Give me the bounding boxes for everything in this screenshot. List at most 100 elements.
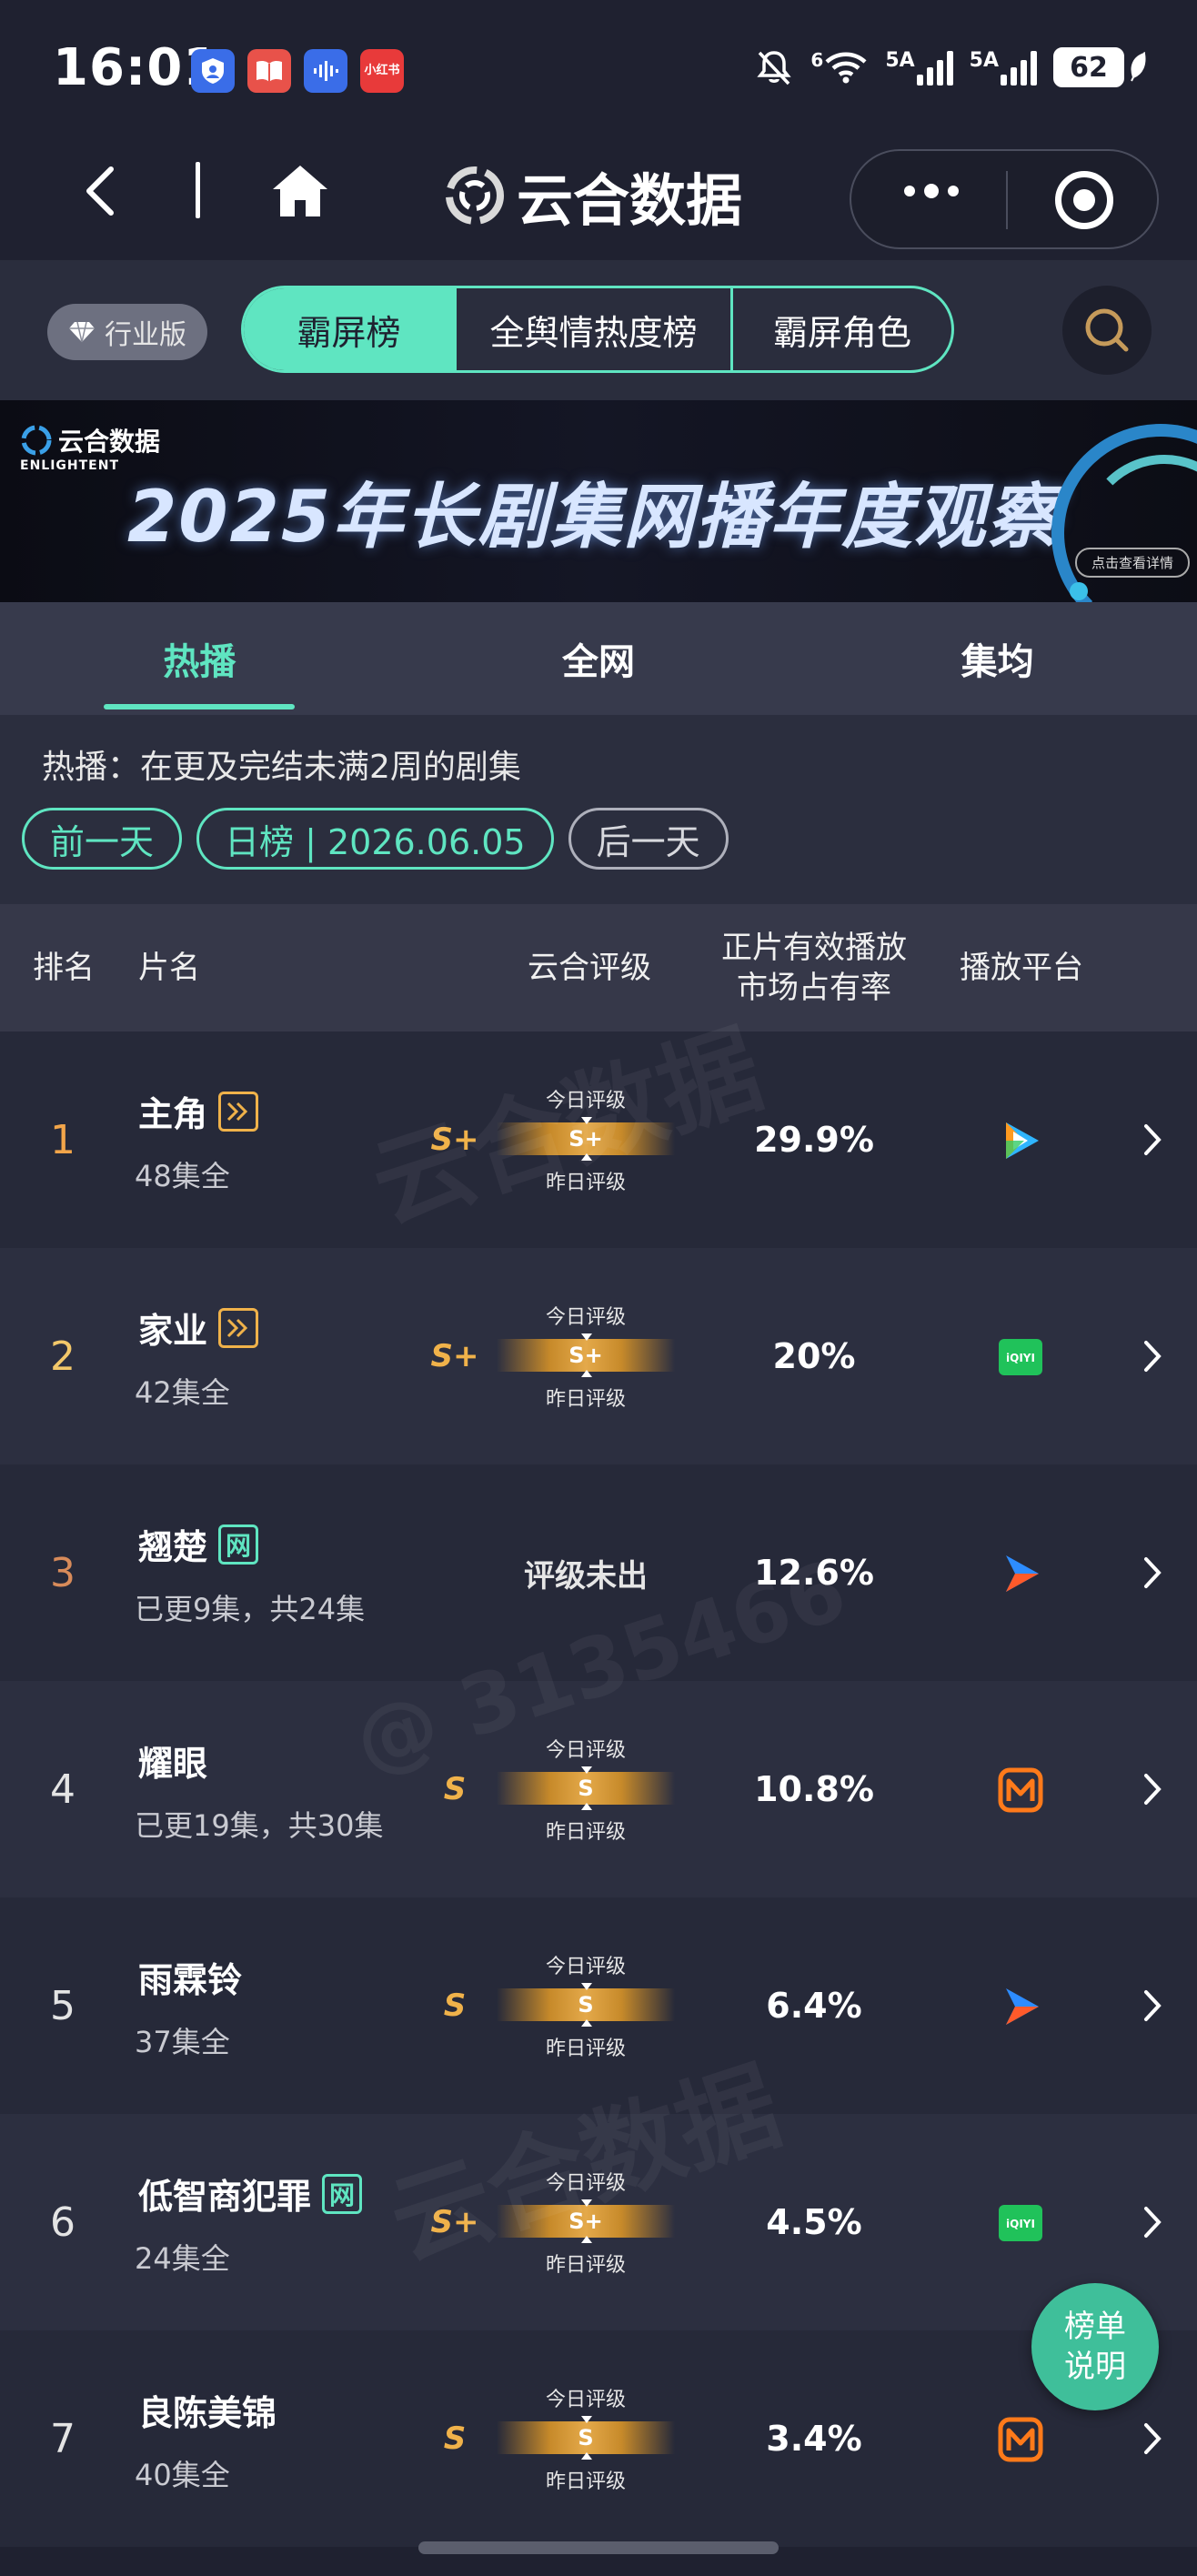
table-row[interactable]: 1 主角 48集全 S+ 今日评级 S+ 昨日评级 29.9%: [0, 1031, 1197, 1248]
grade-value: S+: [430, 1122, 479, 1158]
annual-report-banner[interactable]: 云合数据 ENLIGHTENT 2025年长剧集网播年度观察 点击查看详情: [0, 400, 1197, 602]
episodes-info: 37集全: [135, 2025, 230, 2059]
chevron-right-icon[interactable]: [1137, 1987, 1168, 2025]
chevron-right-icon[interactable]: [1137, 1337, 1168, 1375]
table-row[interactable]: 5 雨霖铃 37集全 S 今日评级 S 昨日评级 6.4%: [0, 1897, 1197, 2114]
yesterday-grade-label: 昨日评级: [545, 2038, 626, 2060]
scope-description: 热播：在更及完结未满2周的剧集: [42, 749, 521, 786]
next-day-button[interactable]: 后一天: [568, 808, 729, 870]
market-share: 29.9%: [754, 1120, 874, 1160]
tab-label: 热播: [163, 641, 236, 683]
table-row[interactable]: 6 低智商犯罪 网 24集全 S+ 今日评级 S+ 昨日评级 4.5% iQIY…: [0, 2114, 1197, 2330]
chevron-right-icon[interactable]: [1137, 1770, 1168, 1808]
tab-label: 全网: [562, 641, 635, 683]
more-icon[interactable]: [904, 184, 959, 198]
youku-icon: [1006, 1988, 1039, 2025]
tab-jijun[interactable]: 集均: [798, 602, 1197, 715]
grade-compare: 今日评级 S 昨日评级: [497, 2383, 675, 2493]
tencent-video-icon: [1006, 1122, 1039, 1159]
row-title-line: 低智商犯罪 网: [138, 2168, 363, 2219]
header-title: 片名: [138, 950, 200, 986]
today-grade-label: 今日评级: [545, 2172, 626, 2195]
industry-version-badge[interactable]: 行业版: [47, 304, 207, 360]
grade-value: S: [443, 1771, 467, 1807]
home-indicator[interactable]: [418, 2541, 779, 2554]
show-title: 家业: [138, 1311, 208, 1351]
mango-tv-icon: [998, 1767, 1043, 1813]
table-row[interactable]: 3 翘楚 网 已更9集，共24集 评级未出 12.6%: [0, 1464, 1197, 1681]
show-title: 雨霖铃: [138, 1960, 243, 2000]
row-title-line: 翘楚 网: [138, 1519, 259, 1569]
youku-icon: [1006, 1555, 1039, 1592]
wifi-icon: [825, 52, 867, 84]
today-grade-label: 今日评级: [545, 2389, 626, 2411]
table-row[interactable]: 2 家业 42集全 S+ 今日评级 S+ 昨日评级 20% iQIYI: [0, 1248, 1197, 1464]
nav-title-text: 云合数据: [517, 167, 743, 234]
home-icon[interactable]: [269, 160, 331, 222]
capsule-divider: [1006, 171, 1008, 229]
grade-bar: S: [497, 1766, 675, 1810]
today-grade-label: 今日评级: [545, 1739, 626, 1762]
diamond-icon: [69, 321, 95, 343]
chevron-right-icon[interactable]: [1137, 2420, 1168, 2458]
table-row[interactable]: 4 耀眼 已更19集，共30集 S 今日评级 S 昨日评级 10.8%: [0, 1681, 1197, 1897]
episodes-info: 已更19集，共30集: [135, 1808, 384, 1843]
date-picker-button[interactable]: 日榜 | 2026.06.05: [196, 808, 554, 870]
industry-badge-label: 行业版: [105, 319, 186, 351]
header-platform: 播放平台: [960, 950, 1083, 986]
today-grade-label: 今日评级: [545, 1956, 626, 1978]
iqiyi-icon: iQIYI: [999, 2205, 1042, 2241]
tab-quanwang[interactable]: 全网: [399, 602, 799, 715]
signal-2: 5A: [970, 49, 1037, 86]
sim2-label: 5A: [969, 49, 999, 72]
episodes-info: 已更9集，共24集: [135, 1592, 366, 1626]
table-row[interactable]: 7 良陈美锦 40集全 S 今日评级 S 昨日评级 3.4%: [0, 2330, 1197, 2547]
wifi-gen-label: 6: [810, 49, 824, 71]
tab-bapingbang[interactable]: 霸屏榜: [244, 288, 457, 370]
ranking-type-bar: 行业版 霸屏榜 全舆情热度榜 霸屏角色: [0, 260, 1197, 400]
mute-bell-icon: [757, 51, 792, 86]
grade-compare: 今日评级 S 昨日评级: [497, 1950, 675, 2060]
grade-pending: 评级未出: [524, 1557, 648, 1595]
yesterday-grade-label: 昨日评级: [545, 2470, 626, 2493]
back-icon[interactable]: [75, 164, 129, 218]
prev-day-button[interactable]: 前一天: [22, 808, 183, 870]
date-controls: 前一天 日榜 | 2026.06.05 后一天: [22, 808, 729, 870]
tab-label: 霸屏榜: [297, 312, 401, 353]
header-share-line1: 正片有效播放: [721, 930, 907, 966]
sim1-label: 5A: [885, 49, 915, 72]
chevron-right-icon[interactable]: [1137, 2203, 1168, 2241]
grade-compare: 今日评级 S+ 昨日评级: [497, 2167, 675, 2277]
show-title: 耀眼: [138, 1744, 208, 1784]
yunhe-logo-icon: [21, 425, 52, 456]
ranking-explanation-button[interactable]: 榜单 说明: [1031, 2283, 1159, 2410]
close-miniprogram-icon[interactable]: [1055, 171, 1113, 229]
grade-bar: S: [497, 1983, 675, 2027]
status-right: 6 5A 5A 62: [754, 47, 1148, 87]
tab-bapingjuese[interactable]: 霸屏角色: [733, 288, 951, 370]
status-app-icons: 小红书: [191, 49, 404, 93]
chevron-right-icon[interactable]: [1137, 1554, 1168, 1592]
market-share: 4.5%: [766, 2202, 862, 2242]
grade-value: S: [443, 1987, 467, 2024]
battery-icon: 62: [1053, 47, 1124, 87]
show-title: 良陈美锦: [138, 2393, 277, 2433]
banner-detail-chip[interactable]: 点击查看详情: [1075, 548, 1191, 578]
tab-label: 霸屏角色: [772, 312, 911, 353]
web-drama-tag: 网: [322, 2173, 363, 2214]
row-title-line: 良陈美锦: [138, 2385, 277, 2435]
web-drama-tag-text: 网: [329, 2179, 356, 2210]
search-button[interactable]: [1062, 286, 1152, 375]
yunhe-logo-icon: [446, 166, 504, 225]
tab-label: 集均: [961, 641, 1034, 683]
row-rank: 2: [50, 1333, 75, 1380]
ranking-segmented-control: 霸屏榜 全舆情热度榜 霸屏角色: [241, 286, 954, 373]
grade-bar: S+: [497, 1117, 675, 1161]
help-line1: 榜单: [1064, 2309, 1126, 2345]
chevron-right-icon[interactable]: [1137, 1121, 1168, 1159]
yesterday-grade-label: 昨日评级: [545, 1172, 626, 1194]
episodes-info: 48集全: [135, 1159, 230, 1193]
yesterday-grade-label: 昨日评级: [545, 1821, 626, 1844]
tab-rebo[interactable]: 热播: [0, 602, 399, 715]
tab-quanyuqing[interactable]: 全舆情热度榜: [457, 288, 733, 370]
